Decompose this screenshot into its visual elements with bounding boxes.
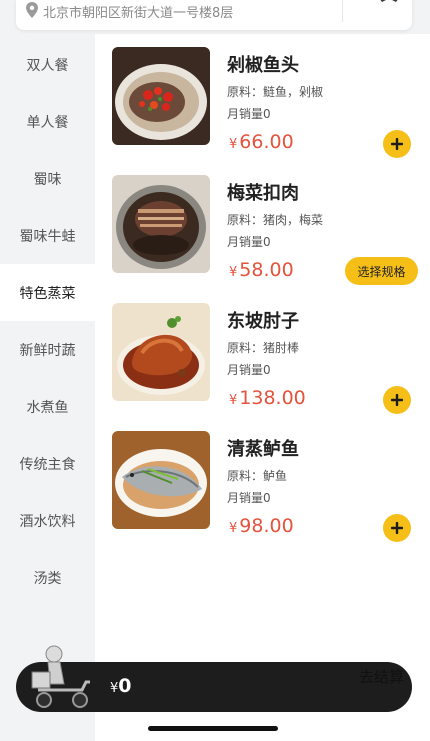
category-label: 蜀味 [33, 171, 62, 188]
category-sidebar: 双人餐 单人餐 蜀味 蜀味牛蛙 特色蒸菜 新鲜时蔬 水煮鱼 传统主食 酒水饮料 … [0, 34, 95, 741]
delivery-scooter-icon[interactable] [30, 644, 94, 714]
dish-price: ¥66.00 [229, 131, 294, 153]
dish-name: 东坡肘子 [227, 311, 299, 332]
dish-price: ¥58.00 [229, 259, 294, 281]
home-indicator [148, 726, 278, 731]
category-item[interactable]: 水煮鱼 [0, 378, 95, 435]
dish-item[interactable]: 剁椒鱼头 原料：鲢鱼，剁椒 月销量0 ¥66.00 [95, 47, 430, 175]
category-label: 汤类 [33, 570, 62, 587]
price-currency: ¥ [229, 521, 238, 536]
dish-item[interactable]: 清蒸鲈鱼 原料：鲈鱼 月销量0 ¥98.00 [95, 431, 430, 559]
price-currency: ¥ [229, 393, 238, 408]
dish-ingredients: 原料：鲢鱼，剁椒 [227, 85, 324, 99]
price-amount: 58.00 [239, 259, 294, 281]
category-label: 单人餐 [26, 114, 69, 131]
category-label: 蜀味牛蛙 [19, 228, 76, 245]
add-to-cart-button[interactable] [383, 386, 411, 414]
dish-image [112, 47, 210, 145]
dish-item[interactable]: 东坡肘子 原料：猪肘棒 月销量0 ¥138.00 [95, 303, 430, 431]
dish-monthly-sales: 月销量0 [227, 491, 271, 505]
cart-total-amount: 0 [118, 675, 132, 697]
dish-monthly-sales: 月销量0 [227, 107, 271, 121]
category-item[interactable]: 蜀味 [0, 150, 95, 207]
dish-monthly-sales: 月销量0 [227, 235, 271, 249]
price-currency: ¥ [229, 137, 238, 152]
dish-ingredients: 原料：猪肘棒 [227, 341, 300, 355]
category-item[interactable]: 新鲜时蔬 [0, 321, 95, 378]
dish-name: 梅菜扣肉 [227, 183, 299, 204]
category-item[interactable]: 蜀味牛蛙 [0, 207, 95, 264]
category-item[interactable]: 单人餐 [0, 93, 95, 150]
dish-item[interactable]: 梅菜扣肉 原料：猪肉，梅菜 月销量0 ¥58.00 选择规格 [95, 175, 430, 303]
checkout-button[interactable]: 去结算 [359, 666, 404, 687]
dish-monthly-sales: 月销量0 [227, 363, 271, 377]
phone-icon[interactable] [376, 0, 402, 10]
category-label: 双人餐 [26, 57, 69, 74]
category-label: 水煮鱼 [26, 399, 69, 416]
cart-bar[interactable]: ¥0 去结算 [16, 645, 412, 712]
add-to-cart-button[interactable] [383, 514, 411, 542]
category-item[interactable]: 汤类 [0, 549, 95, 606]
dish-image [112, 175, 210, 273]
location-pin-icon [26, 2, 38, 18]
category-label: 新鲜时蔬 [19, 342, 76, 359]
select-spec-button[interactable]: 选择规格 [345, 257, 418, 285]
dish-name: 清蒸鲈鱼 [227, 439, 299, 460]
cart-total: ¥0 [110, 675, 132, 697]
dish-name: 剁椒鱼头 [227, 55, 299, 76]
category-label: 特色蒸菜 [19, 285, 76, 302]
plus-icon [391, 394, 403, 406]
category-label: 传统主食 [19, 456, 76, 473]
category-item[interactable]: 传统主食 [0, 435, 95, 492]
divider [342, 0, 343, 22]
address-card[interactable]: 北京市朝阳区新街大道一号楼8层 [16, 0, 412, 30]
dish-image [112, 303, 210, 401]
price-amount: 66.00 [239, 131, 294, 153]
add-to-cart-button[interactable] [383, 130, 411, 158]
category-label: 酒水饮料 [19, 513, 76, 530]
price-amount: 138.00 [239, 387, 306, 409]
dish-ingredients: 原料：鲈鱼 [227, 469, 288, 483]
category-item[interactable]: 酒水饮料 [0, 492, 95, 549]
header-bar: 北京市朝阳区新街大道一号楼8层 [0, 0, 430, 34]
price-currency: ¥ [229, 265, 238, 280]
dish-price: ¥138.00 [229, 387, 306, 409]
dish-ingredients: 原料：猪肉，梅菜 [227, 213, 324, 227]
category-item[interactable]: 双人餐 [0, 36, 95, 93]
category-item-active[interactable]: 特色蒸菜 [0, 264, 95, 321]
dish-price: ¥98.00 [229, 515, 294, 537]
dish-image [112, 431, 210, 529]
plus-icon [391, 522, 403, 534]
plus-icon [391, 138, 403, 150]
price-amount: 98.00 [239, 515, 294, 537]
delivery-address: 北京市朝阳区新街大道一号楼8层 [43, 6, 234, 21]
